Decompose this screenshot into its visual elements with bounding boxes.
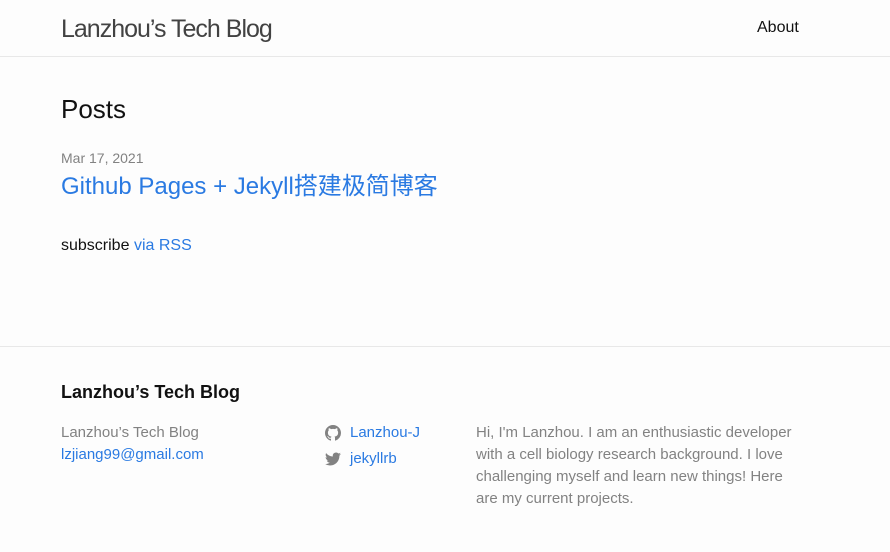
footer-description: Hi, I'm Lanzhou. I am an enthusiastic de… — [476, 424, 792, 507]
site-title-link[interactable]: Lanzhou’s Tech Blog — [61, 13, 273, 45]
github-social-item: Lanzhou-J — [325, 420, 420, 446]
github-icon — [325, 425, 341, 441]
subscribe-line: subscribe via RSS — [61, 236, 192, 256]
footer-site-name: Lanzhou’s Tech Blog — [61, 424, 199, 441]
footer-heading: Lanzhou’s Tech Blog — [61, 382, 240, 402]
twitter-social-item: jekyllrb — [325, 446, 420, 472]
github-username-link[interactable]: Lanzhou-J — [350, 420, 420, 446]
footer-contact-list: Lanzhou’s Tech Blog lzjiang99@gmail.com — [61, 422, 204, 466]
twitter-icon — [325, 452, 341, 466]
subscribe-text: subscribe — [61, 237, 130, 254]
nav-link-about[interactable]: About — [757, 18, 799, 38]
page-heading: Posts — [61, 94, 127, 124]
post-date: Mar 17, 2021 — [61, 150, 144, 166]
footer-email-link[interactable]: lzjiang99@gmail.com — [61, 446, 204, 463]
site-footer: Lanzhou’s Tech Blog Lanzhou’s Tech Blog … — [0, 346, 890, 552]
twitter-username-link[interactable]: jekyllrb — [350, 446, 397, 472]
footer-social-list: Lanzhou-J jekyllrb — [325, 420, 420, 472]
site-header: Lanzhou’s Tech Blog About — [0, 0, 890, 57]
rss-link[interactable]: via RSS — [134, 237, 192, 254]
post-title-link[interactable]: Github Pages + Jekyll搭建极简博客 — [61, 172, 438, 202]
